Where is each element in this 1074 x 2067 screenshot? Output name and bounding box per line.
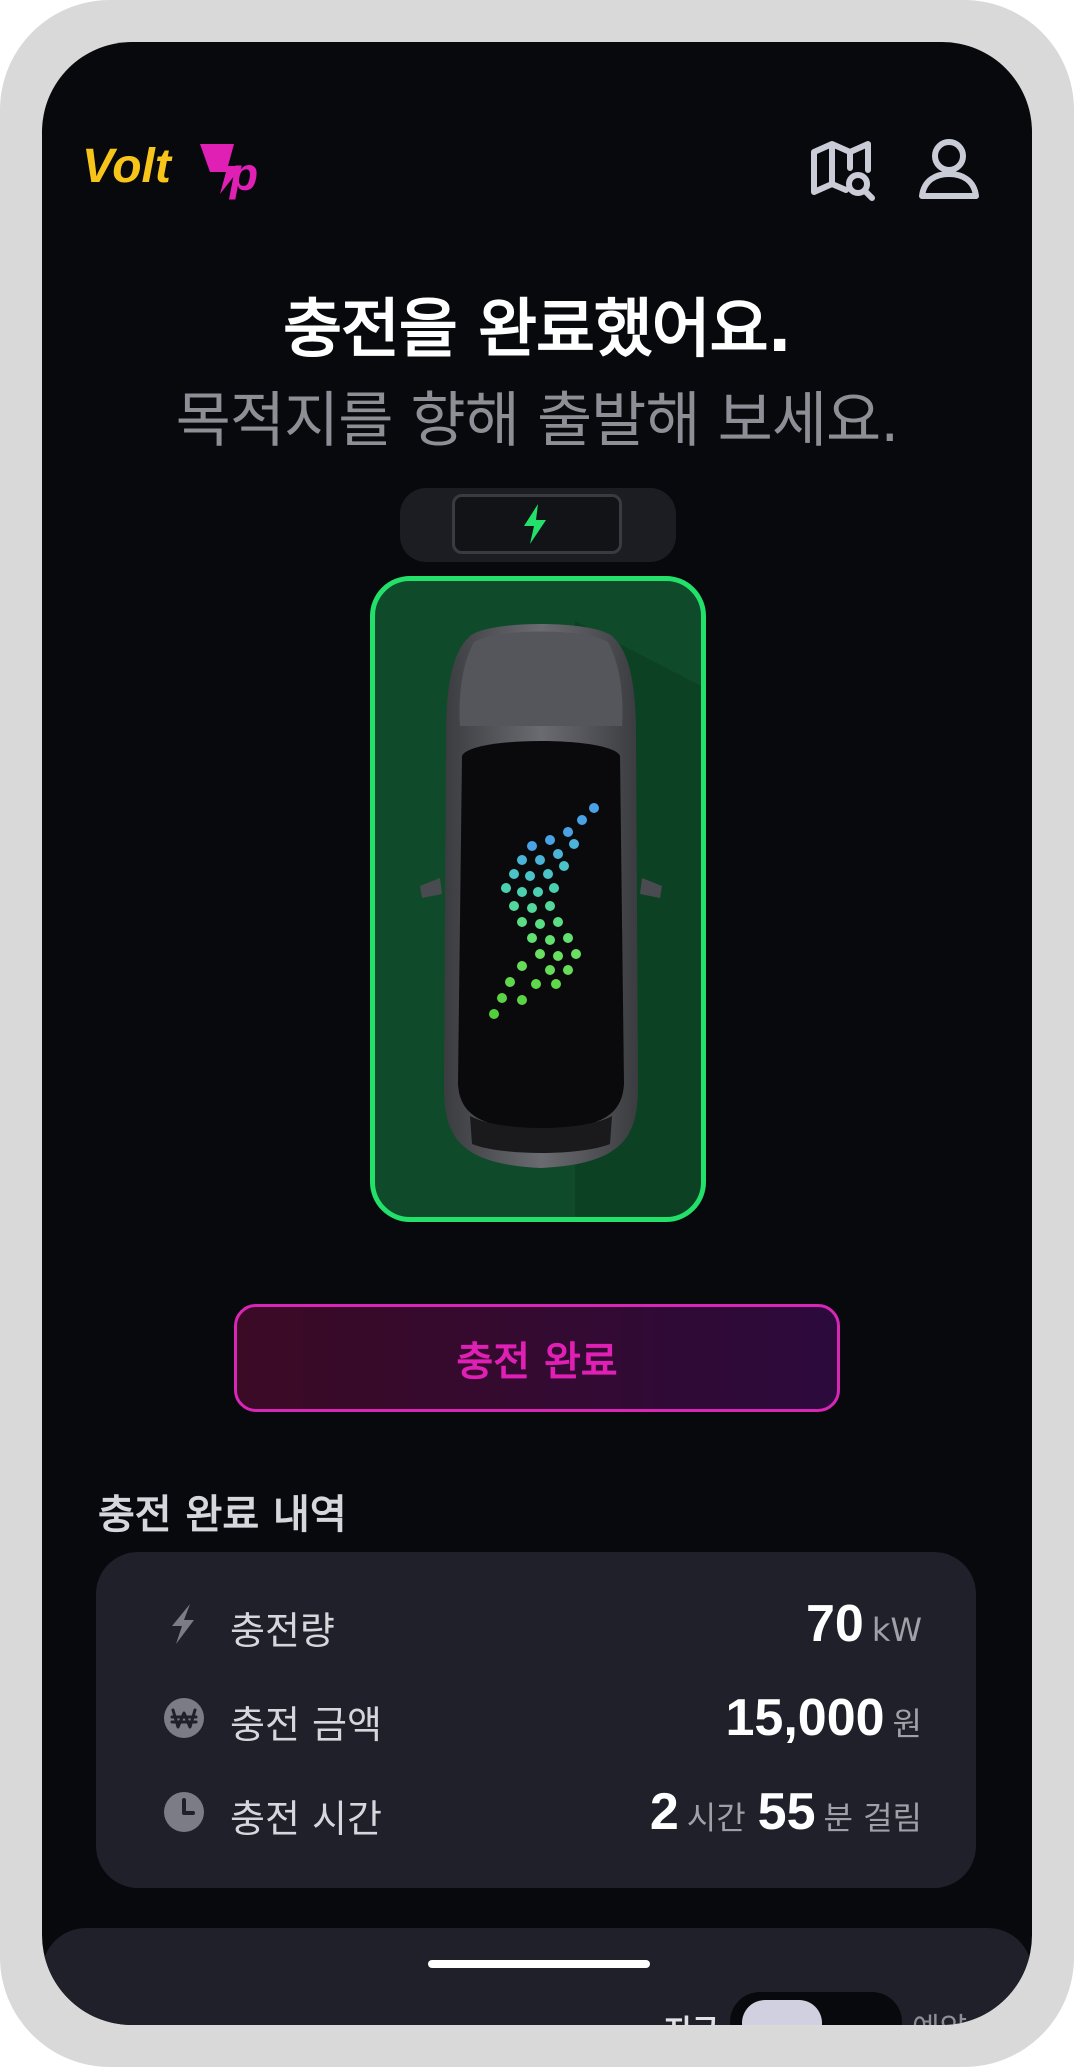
minutes-unit: 분 걸림 xyxy=(823,1799,923,1837)
history-label: 충전 금액 xyxy=(230,1703,382,1747)
app-screen: Volt p 충전을 완료했어요. 목적지를 향해 출발해 보세요. 충전 완료… xyxy=(42,42,1032,2025)
svg-text:p: p xyxy=(228,148,258,200)
price-unit: 원 xyxy=(892,1705,922,1743)
subheadline: 목적지를 향해 출발해 보세요. xyxy=(175,386,900,456)
minutes-value: 55 xyxy=(757,1783,816,1841)
history-row-amount: 충전량 70 kW xyxy=(96,1584,976,1664)
device-frame: Volt p 충전을 완료했어요. 목적지를 향해 출발해 보세요. 충전 완료… xyxy=(0,0,1074,2067)
voltup-logo: Volt p xyxy=(82,140,258,200)
won-icon xyxy=(164,1698,204,1738)
history-value: 2 시간 55 분 걸림 xyxy=(650,1772,922,1852)
charging-bolt-icon xyxy=(524,504,546,544)
history-value: 15,000 원 xyxy=(726,1678,923,1758)
bolt-icon xyxy=(172,1604,194,1644)
user-icon[interactable] xyxy=(914,134,984,204)
clock-icon xyxy=(164,1792,204,1832)
headline: 충전을 완료했어요. xyxy=(283,293,792,367)
car-led-chevron xyxy=(489,803,599,1019)
history-row-time: 충전 시간 2 시간 55 분 걸림 xyxy=(96,1772,976,1852)
history-card: 충전량 70 kW 충전 금액 15,000 원 충전 시간 2 시간 55 분… xyxy=(96,1552,976,1888)
amount-value: 70 xyxy=(805,1595,864,1653)
history-row-price: 충전 금액 15,000 원 xyxy=(96,1678,976,1758)
sheet-drag-handle[interactable] xyxy=(428,1960,650,1968)
mode-toggle-knob[interactable] xyxy=(742,2000,822,2025)
history-label: 충전 시간 xyxy=(230,1797,382,1841)
hours-unit: 시간 xyxy=(686,1799,746,1837)
svg-text:Volt: Volt xyxy=(82,140,173,193)
history-section-title: 충전 완료 내역 xyxy=(98,1492,347,1538)
charge-complete-button[interactable]: 충전 완료 xyxy=(234,1304,840,1412)
price-value: 15,000 xyxy=(725,1689,885,1747)
map-search-icon[interactable] xyxy=(808,134,878,204)
history-label: 충전량 xyxy=(230,1609,335,1653)
amount-unit: kW xyxy=(871,1611,922,1649)
hours-value: 2 xyxy=(649,1783,679,1841)
history-value: 70 kW xyxy=(806,1584,922,1664)
toggle-now-label[interactable]: 지금 xyxy=(664,2006,719,2025)
toggle-reserve-label[interactable]: 예약 xyxy=(912,2004,967,2025)
